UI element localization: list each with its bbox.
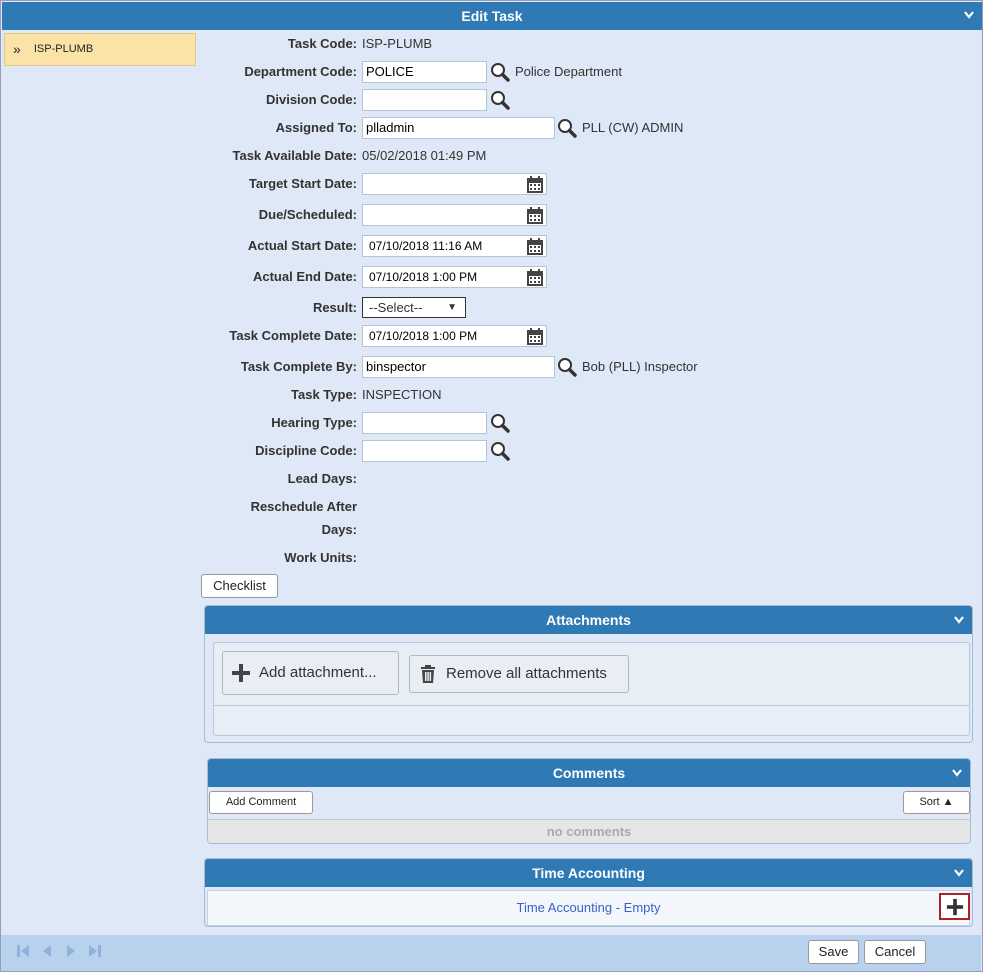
lead-days-label: Lead Days:: [287, 471, 357, 486]
comments-title: Comments: [552, 765, 626, 781]
sort-button[interactable]: Sort ▲: [903, 791, 970, 814]
task-code-label: Task Code:: [287, 36, 357, 51]
actual-start-calendar-icon[interactable]: [524, 236, 546, 258]
discipline-code-search-icon[interactable]: [489, 440, 511, 462]
attachments-panel: Attachments Add attachment... Remove all…: [204, 605, 973, 743]
edit-task-window: Edit Task » ISP-PLUMB Task Code: ISP-PLU…: [0, 0, 983, 972]
hearing-type-input[interactable]: [362, 412, 487, 434]
actual-end-date-input[interactable]: 07/10/2018 1:00 PM: [362, 266, 547, 288]
first-page-icon[interactable]: [15, 943, 31, 959]
task-complete-date-label: Task Complete Date:: [229, 328, 357, 343]
actual-start-date-label: Actual Start Date:: [247, 238, 357, 253]
target-start-calendar-icon[interactable]: [524, 174, 546, 196]
collapse-chevron-icon[interactable]: [964, 11, 974, 19]
department-search-icon[interactable]: [489, 61, 511, 83]
plus-icon: [946, 898, 964, 916]
attachments-body: Add attachment... Remove all attachments: [213, 642, 970, 736]
actual-start-date-input[interactable]: 07/10/2018 11:16 AM: [362, 235, 547, 257]
actual-end-calendar-icon[interactable]: [524, 267, 546, 289]
task-complete-by-search-icon[interactable]: [556, 356, 578, 378]
task-complete-calendar-icon[interactable]: [524, 326, 546, 348]
actual-end-date-label: Actual End Date:: [252, 269, 357, 284]
reschedule-after-label-line2: Days:: [321, 522, 357, 537]
assigned-to-search-icon[interactable]: [556, 117, 578, 139]
add-attachment-button[interactable]: Add attachment...: [222, 651, 399, 695]
page-title: Edit Task: [461, 8, 523, 24]
task-type-label: Task Type:: [291, 387, 357, 402]
task-code-value: ISP-PLUMB: [362, 36, 433, 51]
task-type-value: INSPECTION: [362, 387, 442, 402]
division-code-input[interactable]: [362, 89, 487, 111]
dropdown-arrow-icon: ▼: [447, 302, 457, 313]
last-page-icon[interactable]: [87, 943, 103, 959]
add-attachment-label: Add attachment...: [259, 664, 377, 681]
due-scheduled-calendar-icon[interactable]: [524, 205, 546, 227]
remove-all-attachments-label: Remove all attachments: [446, 665, 607, 682]
result-select[interactable]: --Select-- ▼: [362, 297, 466, 318]
cancel-button[interactable]: Cancel: [864, 940, 926, 964]
previous-page-icon[interactable]: [39, 943, 55, 959]
comments-empty-row: no comments: [208, 819, 970, 843]
task-available-date-value: 05/02/2018 01:49 PM: [362, 148, 487, 163]
time-accounting-header: Time Accounting: [205, 859, 972, 887]
attachments-divider: [214, 705, 969, 706]
division-code-label: Division Code:: [265, 92, 357, 107]
comments-panel: Comments Add Comment Sort ▲ no comments: [207, 758, 971, 844]
sidebar-item-isp-plumb[interactable]: » ISP-PLUMB: [4, 33, 196, 66]
discipline-code-input[interactable]: [362, 440, 487, 462]
task-complete-by-label: Task Complete By:: [240, 359, 357, 374]
reschedule-after-label-line1: Reschedule After: [250, 499, 357, 514]
result-selected-value: --Select--: [369, 300, 423, 315]
add-comment-button[interactable]: Add Comment: [209, 791, 313, 814]
discipline-code-label: Discipline Code:: [255, 443, 357, 458]
task-available-date-label: Task Available Date:: [232, 148, 357, 163]
result-label: Result:: [312, 300, 357, 315]
department-code-input[interactable]: POLICE: [362, 61, 487, 83]
footer-bar: Save Cancel: [1, 935, 981, 971]
assigned-to-label: Assigned To:: [275, 120, 357, 135]
trash-icon: [421, 665, 435, 683]
save-button[interactable]: Save: [808, 940, 859, 964]
attachments-title: Attachments: [546, 612, 631, 628]
due-scheduled-label: Due/Scheduled:: [258, 207, 357, 222]
add-time-entry-button[interactable]: [939, 893, 970, 920]
time-accounting-panel: Time Accounting Time Accounting - Empty: [204, 858, 973, 927]
due-scheduled-input[interactable]: [362, 204, 547, 226]
department-code-label: Department Code:: [244, 64, 357, 79]
comments-collapse-chevron-icon[interactable]: [952, 769, 962, 777]
time-accounting-collapse-chevron-icon[interactable]: [954, 869, 964, 877]
work-units-label: Work Units:: [284, 550, 357, 565]
target-start-date-input[interactable]: [362, 173, 547, 195]
remove-all-attachments-button[interactable]: Remove all attachments: [409, 655, 629, 693]
time-accounting-body: Time Accounting - Empty: [207, 890, 970, 926]
task-complete-by-description: Bob (PLL) Inspector: [582, 359, 698, 374]
task-complete-date-input[interactable]: 07/10/2018 1:00 PM: [362, 325, 547, 347]
comments-header: Comments: [208, 759, 970, 787]
time-accounting-empty-link[interactable]: Time Accounting - Empty: [208, 900, 969, 915]
assigned-to-input[interactable]: plladmin: [362, 117, 555, 139]
hearing-type-label: Hearing Type:: [271, 415, 357, 430]
next-page-icon[interactable]: [63, 943, 79, 959]
department-description: Police Department: [515, 64, 622, 79]
hearing-type-search-icon[interactable]: [489, 412, 511, 434]
division-search-icon[interactable]: [489, 89, 511, 111]
time-accounting-title: Time Accounting: [532, 865, 645, 881]
sidebar-item-label: ISP-PLUMB: [33, 43, 94, 55]
window-title-bar: Edit Task: [2, 2, 982, 30]
attachments-collapse-chevron-icon[interactable]: [954, 616, 964, 624]
assigned-to-description: PLL (CW) ADMIN: [582, 120, 684, 135]
attachments-header: Attachments: [205, 606, 972, 634]
task-complete-by-input[interactable]: binspector: [362, 356, 555, 378]
double-chevron-right-icon: »: [13, 41, 21, 57]
target-start-date-label: Target Start Date:: [248, 176, 357, 191]
checklist-button[interactable]: Checklist: [201, 574, 278, 598]
plus-icon: [232, 664, 250, 682]
